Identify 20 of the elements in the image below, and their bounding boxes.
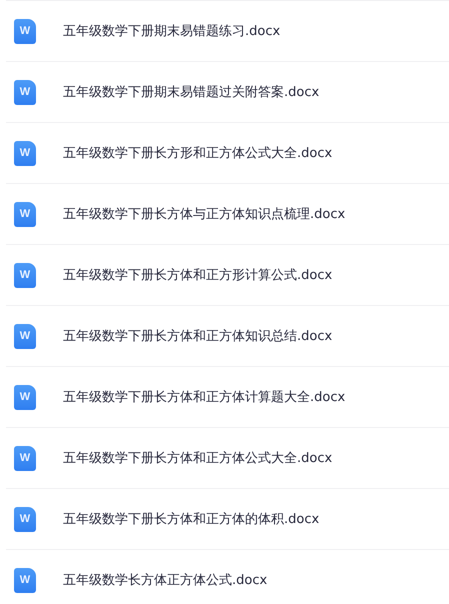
document-icon: W xyxy=(14,384,36,410)
document-icon: W xyxy=(14,568,36,592)
file-name[interactable]: 五年级数学下册长方形和正方体公式大全.docx xyxy=(63,144,332,162)
document-icon: W xyxy=(14,80,36,104)
document-icon: W xyxy=(14,506,36,532)
document-icon: W xyxy=(14,202,36,226)
file-name[interactable]: 五年级数学长方体正方体公式.docx xyxy=(63,571,268,589)
document-icon: W xyxy=(14,262,36,288)
file-name[interactable]: 五年级数学下册长方体和正方体计算题大全.docx xyxy=(63,388,346,406)
document-icon: W xyxy=(14,18,36,44)
file-name[interactable]: 五年级数学下册长方体和正方体知识总结.docx xyxy=(63,327,332,345)
document-icon: W xyxy=(14,140,36,166)
file-name[interactable]: 五年级数学下册期末易错题练习.docx xyxy=(63,22,280,40)
document-icon: W xyxy=(14,446,36,470)
file-name[interactable]: 五年级数学下册长方体和正方形计算公式.docx xyxy=(63,266,332,284)
document-icon: W xyxy=(14,324,36,348)
file-name[interactable]: 五年级数学下册长方体与正方体知识点梳理.docx xyxy=(63,205,346,223)
file-name[interactable]: 五年级数学下册长方体和正方体的体积.docx xyxy=(63,510,320,528)
file-name[interactable]: 五年级数学下册长方体和正方体公式大全.docx xyxy=(63,449,332,467)
file-name[interactable]: 五年级数学下册期末易错题过关附答案.docx xyxy=(63,83,320,101)
